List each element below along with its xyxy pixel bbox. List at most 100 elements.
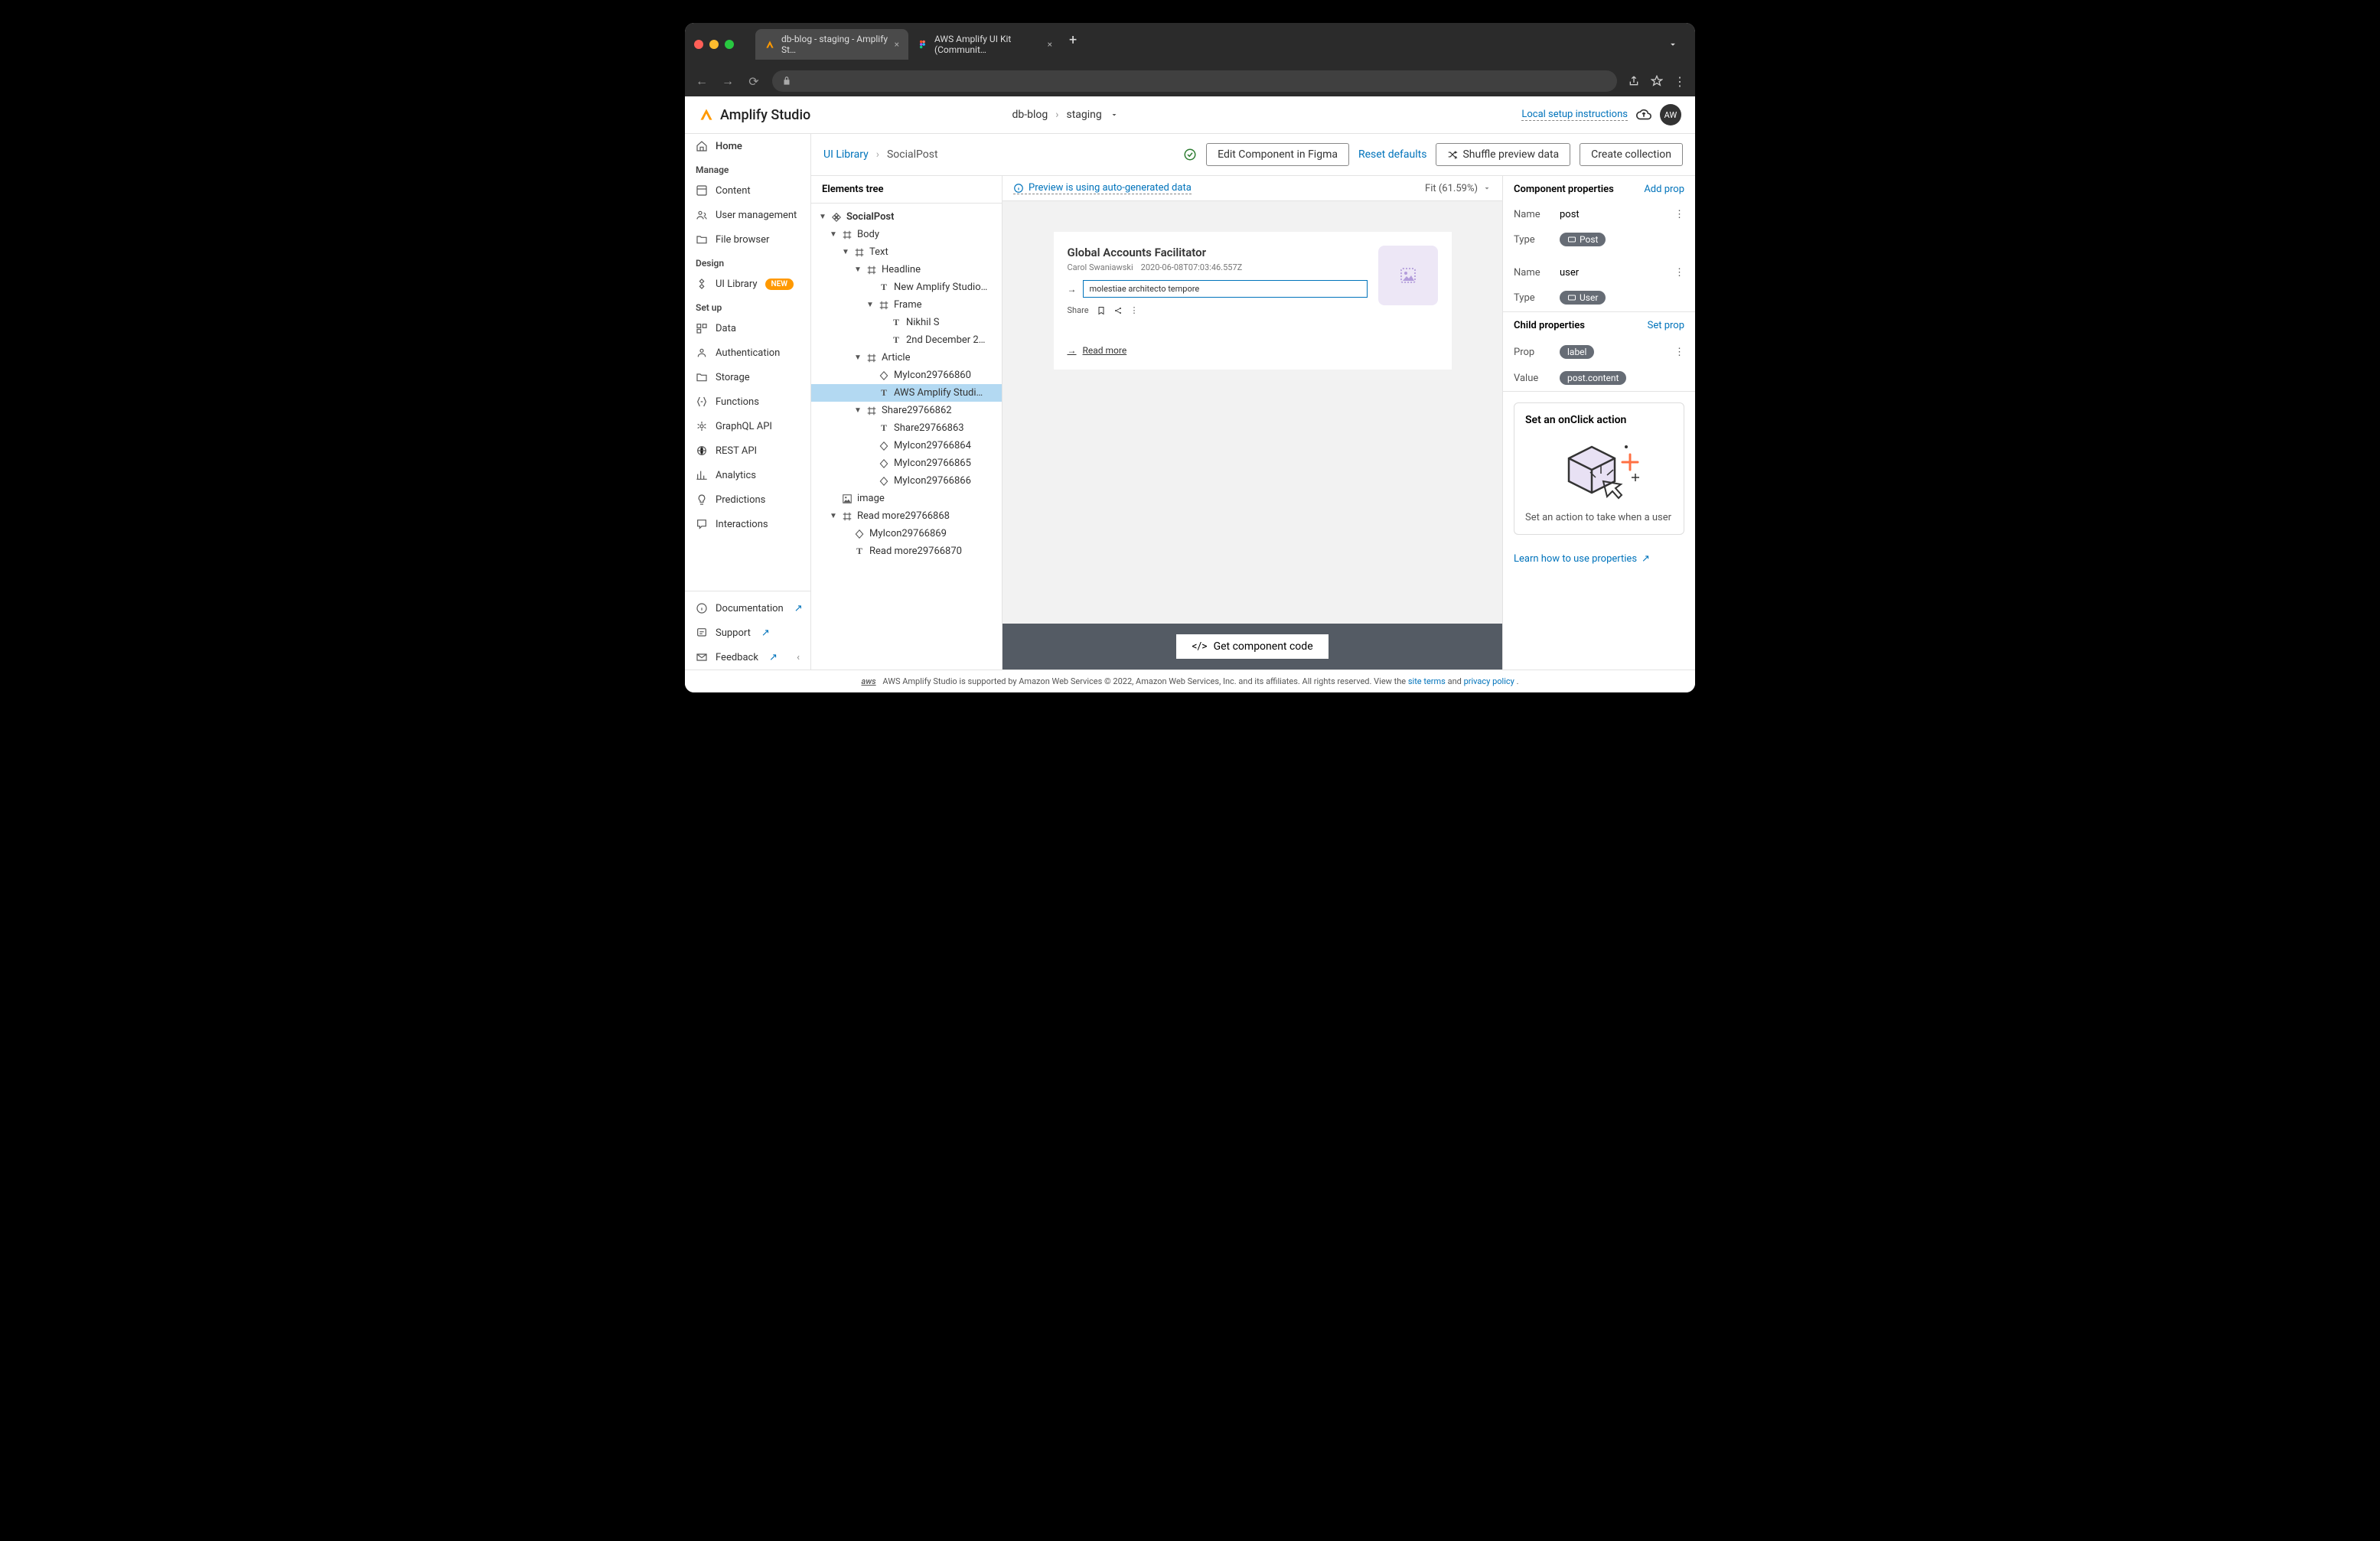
add-prop-button[interactable]: Add prop [1644,184,1684,195]
tree-row[interactable]: ▼SocialPost [811,208,1002,226]
close-tab-icon[interactable]: × [895,39,899,50]
tree-twisty-icon[interactable]: ▼ [854,266,862,274]
more-icon[interactable]: ⋮ [1674,267,1684,279]
tree-row[interactable]: ▼Article [811,349,1002,367]
minimize-window-button[interactable] [709,40,719,49]
address-bar[interactable] [772,70,1617,92]
env-breadcrumb[interactable]: db-blog › staging [1012,109,1119,121]
share-icon[interactable] [1113,306,1123,315]
create-collection-button[interactable]: Create collection [1580,143,1683,166]
tree-twisty-icon[interactable]: ▼ [854,353,862,362]
reload-button[interactable]: ⟳ [746,74,761,89]
browser-menu-icon[interactable]: ⋮ [1674,74,1686,89]
sidebar-item-interactions[interactable]: Interactions [685,512,810,536]
sidebar-item-storage[interactable]: Storage [685,365,810,389]
sidebar-item-feedback[interactable]: Feedback↗‹ [685,645,810,670]
privacy-policy-link[interactable]: privacy policy [1464,676,1514,686]
tree-row[interactable]: MyIcon29766860 [811,367,1002,384]
mock-timestamp: 2020-06-08T07:03:46.557Z [1141,262,1243,272]
bookmark-icon[interactable] [1097,306,1106,315]
tab-overflow-dropdown[interactable] [1668,39,1678,50]
tree-row[interactable]: TShare29766863 [811,419,1002,437]
sidebar-item-user-management[interactable]: User management [685,203,810,227]
reset-defaults-button[interactable]: Reset defaults [1358,148,1426,161]
mock-content-selected[interactable]: molestiae architecto tempore [1083,280,1368,298]
get-component-code-button[interactable]: </> Get component code [1176,634,1328,659]
sidebar-item-ui-library[interactable]: UI LibraryNEW [685,272,810,296]
site-terms-link[interactable]: site terms [1408,676,1446,686]
tree-row[interactable]: ▼Headline [811,261,1002,279]
browser-tab-2[interactable]: AWS Amplify UI Kit (Communit… × [908,29,1061,60]
collapse-sidebar-icon[interactable]: ‹ [797,652,800,663]
tree-twisty-icon[interactable]: ▼ [866,301,874,309]
sidebar-item-authentication[interactable]: Authentication [685,340,810,365]
logo[interactable]: Amplify Studio [699,107,810,123]
learn-properties-link[interactable]: Learn how to use properties ↗ [1503,546,1695,572]
value-pill: post.content [1560,371,1626,385]
shuffle-button[interactable]: Shuffle preview data [1436,143,1570,166]
browser-tab-1[interactable]: db-blog - staging - Amplify St… × [755,29,908,60]
tree-row[interactable]: ▼Text [811,243,1002,261]
cloud-sync-icon[interactable] [1635,106,1652,123]
tree-twisty-icon[interactable]: ▼ [830,512,837,520]
sidebar-item-graphql-api[interactable]: GraphQL API [685,414,810,438]
bookmark-star-icon[interactable] [1651,75,1663,87]
tree-row[interactable]: T2nd December 2… [811,331,1002,349]
maximize-window-button[interactable] [725,40,734,49]
edit-in-figma-button[interactable]: Edit Component in Figma [1206,143,1349,166]
type-icon [1567,235,1576,244]
tree-row[interactable]: ▼Read more29766868 [811,507,1002,525]
onclick-card: Set an onClick action [1514,402,1684,535]
back-button[interactable]: ← [694,73,709,89]
sidebar-item-support[interactable]: Support↗ [685,621,810,645]
tree-row[interactable]: image [811,490,1002,507]
tree-row[interactable]: MyIcon29766864 [811,437,1002,454]
breadcrumb-section[interactable]: UI Library [823,148,869,161]
sidebar-item-content[interactable]: Content [685,178,810,203]
avatar[interactable]: AW [1660,104,1681,125]
external-link-icon: ↗ [794,603,803,614]
type-icon [1567,293,1576,302]
tree-label: 2nd December 2… [906,334,985,346]
local-setup-link[interactable]: Local setup instructions [1521,109,1628,121]
tree-row[interactable]: ▼Frame [811,296,1002,314]
sidebar-item-predictions[interactable]: Predictions [685,487,810,512]
tree-twisty-icon[interactable]: ▼ [819,213,826,221]
functions-icon [696,396,708,408]
set-prop-button[interactable]: Set prop [1648,320,1684,331]
tree-row[interactable]: TRead more29766870 [811,542,1002,560]
tree-row[interactable]: TNew Amplify Studio… [811,279,1002,296]
tree-label: MyIcon29766866 [894,475,971,487]
share-browser-icon[interactable] [1628,75,1640,87]
sidebar-item-rest-api[interactable]: REST API [685,438,810,463]
tree-row[interactable]: TNikhil S [811,314,1002,331]
preview-info-link[interactable]: Preview is using auto-generated data [1013,182,1192,194]
tree-row[interactable]: ▼Body [811,226,1002,243]
tree-row[interactable]: TAWS Amplify Studi… [811,384,1002,402]
tree-row[interactable]: MyIcon29766869 [811,525,1002,542]
sidebar-item-file-browser[interactable]: File browser [685,227,810,252]
tree-label: image [857,493,885,504]
more-icon[interactable]: ⋮ [1130,305,1139,315]
tree-row[interactable]: MyIcon29766865 [811,454,1002,472]
sidebar-item-functions[interactable]: Functions [685,389,810,414]
close-tab-icon[interactable]: × [1048,39,1052,50]
tree-twisty-icon[interactable]: ▼ [854,406,862,415]
sidebar-item-data[interactable]: Data [685,316,810,340]
mock-readmore[interactable]: → Read more [1068,345,1127,356]
tree-row[interactable]: MyIcon29766866 [811,472,1002,490]
tree-row[interactable]: ▼Share29766862 [811,402,1002,419]
fit-control[interactable]: Fit (61.59%) [1425,183,1492,194]
more-icon[interactable]: ⋮ [1674,209,1684,220]
frame-icon [879,300,889,311]
more-icon[interactable]: ⋮ [1674,347,1684,358]
new-tab-button[interactable]: + [1061,29,1084,60]
sidebar-item-analytics[interactable]: Analytics [685,463,810,487]
tree-twisty-icon[interactable]: ▼ [842,248,849,256]
sidebar-item-home[interactable]: Home [685,134,810,158]
preview-canvas[interactable]: Global Accounts Facilitator Carol Swania… [1003,201,1502,624]
close-window-button[interactable] [694,40,703,49]
tree-twisty-icon[interactable]: ▼ [830,230,837,239]
forward-button[interactable]: → [720,73,735,89]
sidebar-item-documentation[interactable]: Documentation↗ [685,596,810,621]
